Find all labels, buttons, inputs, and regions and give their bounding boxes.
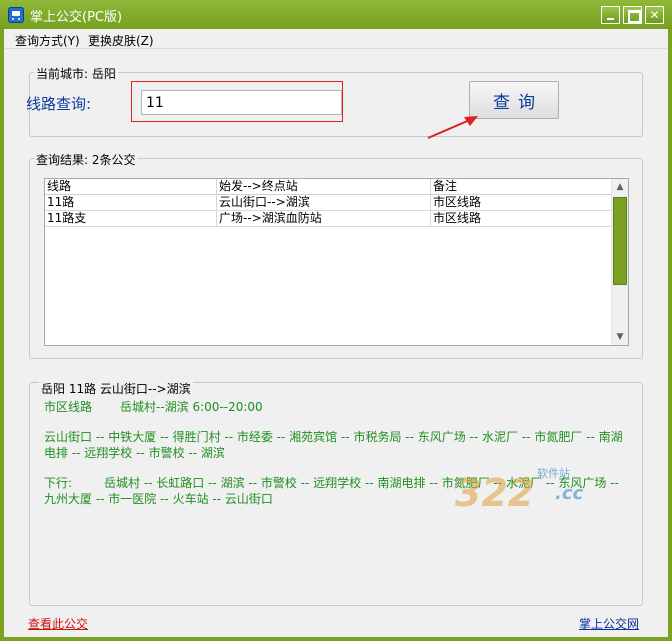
watermark-text: 软件站: [537, 467, 570, 480]
menu-bar: 查询方式(Y) 更换皮肤(Z): [4, 29, 668, 49]
route-query-label: 线路查询:: [26, 95, 92, 113]
cell-stations: 云山街口-->湖滨: [217, 195, 431, 210]
watermark-domain: .cc: [555, 483, 584, 504]
service-hours: 岳城村--湖滨 6:00--20:00: [120, 400, 263, 414]
down-label: 下行:: [44, 476, 73, 490]
cell-route: 11路支: [45, 211, 217, 226]
scroll-thumb[interactable]: [613, 197, 627, 285]
current-city-label: 当前城市: 岳阳: [34, 65, 118, 82]
up-stops: 云山街口 -- 中铁大厦 -- 得胜门村 -- 市经委 -- 湘苑宾馆 -- 市…: [44, 430, 623, 460]
results-group: 查询结果: 2条公交 线路 始发-->终点站 备注 11路 云山街口-->湖滨 …: [29, 151, 643, 359]
route-input[interactable]: [141, 90, 342, 115]
route-info-line: 市区线路 岳城村--湖滨 6:00--20:00: [44, 399, 634, 415]
table-row[interactable]: 11路 云山街口-->湖滨 市区线路: [45, 195, 612, 211]
route-type: 市区线路: [44, 400, 93, 414]
column-header-stations[interactable]: 始发-->终点站: [217, 179, 431, 194]
minimize-button[interactable]: [601, 6, 620, 24]
column-header-note[interactable]: 备注: [431, 179, 612, 194]
app-window: 掌上公交(PC版) ✕ 查询方式(Y) 更换皮肤(Z) 当前城市: 岳阳 线路查…: [0, 0, 672, 641]
view-bus-link[interactable]: 查看此公交: [28, 615, 88, 632]
client-area: 查询方式(Y) 更换皮肤(Z) 当前城市: 岳阳 线路查询: 查询 查询结果: …: [4, 29, 668, 637]
table-header: 线路 始发-->终点站 备注: [45, 179, 612, 195]
table-row[interactable]: 11路支 广场-->湖滨血防站 市区线路: [45, 211, 612, 227]
scroll-down-icon[interactable]: ▼: [612, 329, 628, 345]
title-bar[interactable]: 掌上公交(PC版) ✕: [0, 0, 672, 29]
close-button[interactable]: ✕: [645, 6, 664, 24]
scroll-up-icon[interactable]: ▲: [612, 179, 628, 195]
column-header-route[interactable]: 线路: [45, 179, 217, 194]
bus-icon: [8, 7, 24, 23]
cell-route: 11路: [45, 195, 217, 210]
detail-group: 岳阳 11路 云山街口-->湖滨 市区线路 岳城村--湖滨 6:00--20:00…: [29, 380, 643, 606]
vertical-scrollbar[interactable]: ▲ ▼: [611, 179, 628, 345]
maximize-button[interactable]: [623, 6, 642, 24]
cell-note: 市区线路: [431, 211, 612, 226]
results-table: 线路 始发-->终点站 备注 11路 云山街口-->湖滨 市区线路 11路支 广…: [44, 178, 629, 346]
watermark-number: 322: [455, 471, 535, 515]
menu-query-mode[interactable]: 查询方式(Y): [15, 32, 80, 49]
results-title: 查询结果: 2条公交: [34, 151, 138, 168]
detail-header: 岳阳 11路 云山街口-->湖滨: [39, 380, 193, 397]
site-link[interactable]: 掌上公交网: [579, 615, 639, 632]
menu-change-skin[interactable]: 更换皮肤(Z): [88, 32, 154, 49]
watermark-logo: 322 软件站 .cc: [455, 461, 605, 516]
arrow-icon: [427, 116, 478, 139]
window-title: 掌上公交(PC版): [30, 10, 123, 25]
cell-note: 市区线路: [431, 195, 612, 210]
cell-stations: 广场-->湖滨血防站: [217, 211, 431, 226]
